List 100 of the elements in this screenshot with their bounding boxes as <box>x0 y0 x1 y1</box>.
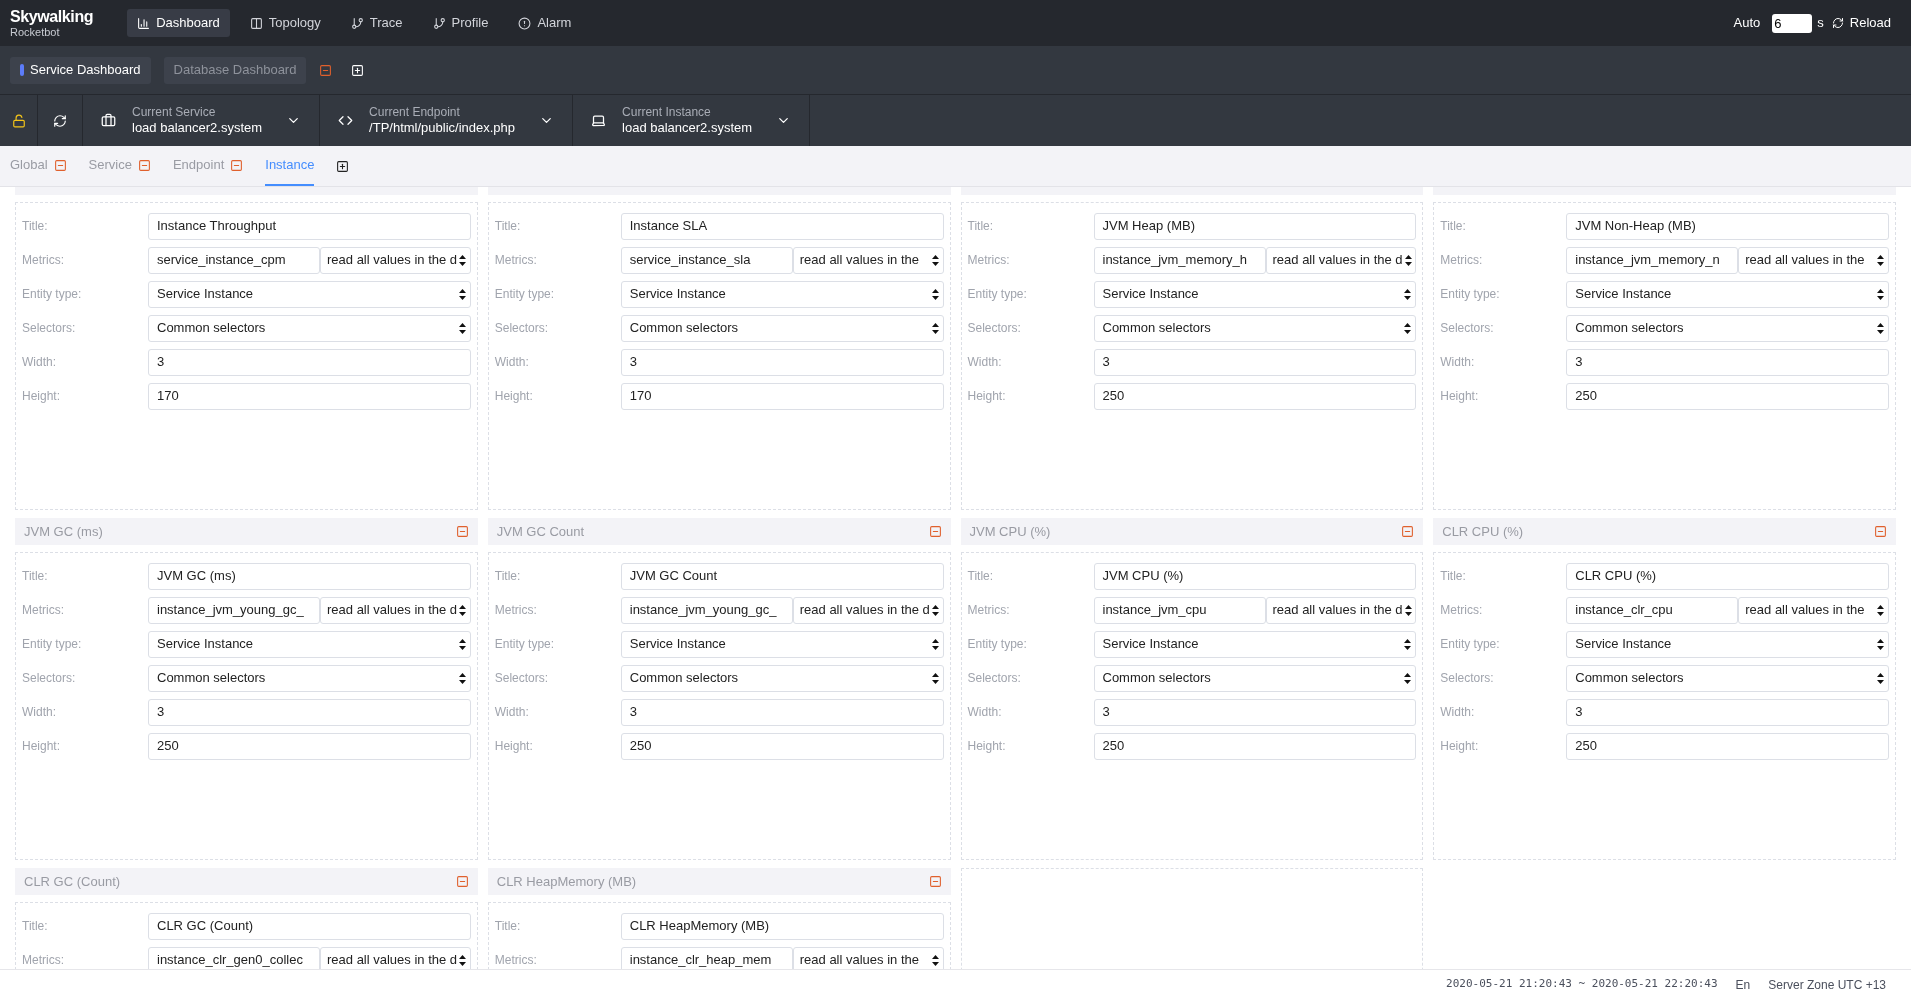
select-field[interactable]: Common selectors <box>1566 664 1889 692</box>
select-field[interactable]: read all values in the d <box>320 596 471 624</box>
input-field[interactable]: instance_jvm_memory_h <box>1093 246 1266 274</box>
field-label: Title: <box>494 218 522 235</box>
remove-icon[interactable] <box>455 875 469 888</box>
input-field[interactable]: CLR CPU (%) <box>1566 562 1889 590</box>
columns-icon <box>249 16 263 30</box>
select-field[interactable]: Common selectors <box>620 314 944 342</box>
dashboard-tab[interactable]: Service Dashboard <box>10 56 151 84</box>
input-field[interactable]: service_instance_sla <box>620 246 793 274</box>
input-field[interactable]: CLR HeapMemory (MB) <box>620 912 944 940</box>
nav-item[interactable]: Profile <box>422 9 499 37</box>
remove-icon[interactable] <box>1401 525 1415 538</box>
input-field[interactable]: instance_jvm_memory_n <box>1566 246 1739 274</box>
select-field[interactable]: Service Instance <box>148 630 471 658</box>
select-arrows-icon <box>931 604 939 616</box>
select-field[interactable]: read all values in the d <box>1265 596 1417 624</box>
remove-icon[interactable] <box>928 875 942 888</box>
nav-item[interactable]: Dashboard <box>127 9 230 37</box>
input-field[interactable]: CLR GC (Count) <box>148 912 471 940</box>
select-field[interactable]: Service Instance <box>620 630 944 658</box>
select-field[interactable]: Common selectors <box>1566 314 1889 342</box>
input-field[interactable]: 250 <box>620 732 944 760</box>
input-field[interactable]: instance_clr_heap_mem <box>620 946 793 969</box>
field-label: Metrics: <box>22 252 65 269</box>
select-arrows-icon <box>1404 322 1412 334</box>
remove-icon[interactable] <box>455 525 469 538</box>
select-field[interactable]: read all values in the d <box>320 246 471 274</box>
reload-button[interactable]: Reload <box>1831 13 1891 33</box>
field-label: Title: <box>494 568 522 585</box>
time-range[interactable]: 2020-05-21 21:20:43 ~ 2020-05-21 22:20:43 <box>1446 976 1718 993</box>
nav-item[interactable]: Topology <box>239 9 331 37</box>
select-arrows-icon <box>1404 254 1412 266</box>
select-field[interactable]: Common selectors <box>1093 314 1417 342</box>
input-field[interactable]: 3 <box>1093 348 1417 376</box>
field-label: Entity type: <box>967 286 1028 303</box>
input-field[interactable]: 3 <box>148 698 471 726</box>
input-field[interactable]: instance_jvm_young_gc_ <box>620 596 793 624</box>
select-field[interactable]: read all values in the d <box>1265 246 1417 274</box>
input-field[interactable]: Instance Throughput <box>148 212 471 240</box>
input-field[interactable]: JVM CPU (%) <box>1093 562 1417 590</box>
select-field[interactable]: read all values in the <box>1738 246 1889 274</box>
input-field[interactable]: 170 <box>620 382 944 410</box>
select-field[interactable]: Service Instance <box>620 280 944 308</box>
select-arrows-icon <box>458 288 466 300</box>
input-field[interactable]: instance_clr_gen0_collec <box>148 946 320 969</box>
refresh-icon[interactable] <box>53 113 67 128</box>
input-field[interactable]: 250 <box>1093 732 1417 760</box>
selector-value: /TP/html/public/index.php <box>369 119 516 137</box>
remove-icon[interactable] <box>53 158 67 172</box>
select-field[interactable]: Common selectors <box>1093 664 1417 692</box>
select-field[interactable]: read all values in the <box>792 246 944 274</box>
select-field[interactable]: Service Instance <box>1093 630 1417 658</box>
select-field[interactable]: read all values in the d <box>792 596 944 624</box>
input-field[interactable]: JVM GC Count <box>620 562 944 590</box>
unlock-icon[interactable] <box>11 113 26 128</box>
select-field[interactable]: Common selectors <box>148 314 471 342</box>
input-field[interactable]: instance_clr_cpu <box>1566 596 1739 624</box>
input-field[interactable]: instance_jvm_cpu <box>1093 596 1266 624</box>
select-arrows-icon <box>1877 254 1884 266</box>
input-field[interactable]: instance_jvm_young_gc_ <box>148 596 320 624</box>
input-field[interactable]: 3 <box>1566 348 1889 376</box>
input-field[interactable]: JVM Heap (MB) <box>1093 212 1417 240</box>
select-field[interactable]: Service Instance <box>1093 280 1417 308</box>
select-field[interactable]: read all values in the <box>1738 596 1889 624</box>
laptop-icon <box>591 113 607 128</box>
nav-item[interactable]: Trace <box>340 9 413 37</box>
select-field[interactable]: Service Instance <box>1566 630 1889 658</box>
input-field[interactable]: 3 <box>1093 698 1417 726</box>
input-field[interactable]: 250 <box>1093 382 1417 410</box>
input-field[interactable]: 3 <box>620 698 944 726</box>
select-field[interactable]: read all values in the <box>792 946 944 969</box>
input-field[interactable]: 250 <box>1566 732 1889 760</box>
remove-icon[interactable] <box>230 158 244 172</box>
input-field[interactable]: 3 <box>1566 698 1889 726</box>
remove-icon[interactable] <box>137 158 151 172</box>
select-arrows-icon <box>1877 672 1884 684</box>
select-field[interactable]: Common selectors <box>620 664 944 692</box>
field-label: Metrics: <box>494 602 538 619</box>
input-field[interactable]: Instance SLA <box>620 212 944 240</box>
remove-icon[interactable] <box>319 63 333 77</box>
widget-title: CLR CPU (%) <box>1442 522 1524 541</box>
input-field[interactable]: 3 <box>148 348 471 376</box>
select-field[interactable]: Service Instance <box>1566 280 1889 308</box>
input-field[interactable]: JVM Non-Heap (MB) <box>1566 212 1889 240</box>
add-tab-icon[interactable] <box>336 159 350 173</box>
remove-icon[interactable] <box>1874 525 1887 538</box>
select-field[interactable]: read all values in the d <box>320 946 471 969</box>
input-field[interactable]: 250 <box>1566 382 1889 410</box>
field-label: Title: <box>967 568 995 585</box>
input-field[interactable]: 250 <box>148 732 471 760</box>
input-field[interactable]: 170 <box>148 382 471 410</box>
input-field[interactable]: JVM GC (ms) <box>148 562 471 590</box>
select-field[interactable]: Common selectors <box>148 664 471 692</box>
remove-icon[interactable] <box>928 525 942 538</box>
select-field[interactable]: Service Instance <box>148 280 471 308</box>
input-field[interactable]: service_instance_cpm <box>148 246 320 274</box>
nav-item[interactable]: Alarm <box>508 9 582 37</box>
interval-input[interactable]: 6 <box>1772 13 1813 33</box>
input-field[interactable]: 3 <box>620 348 944 376</box>
